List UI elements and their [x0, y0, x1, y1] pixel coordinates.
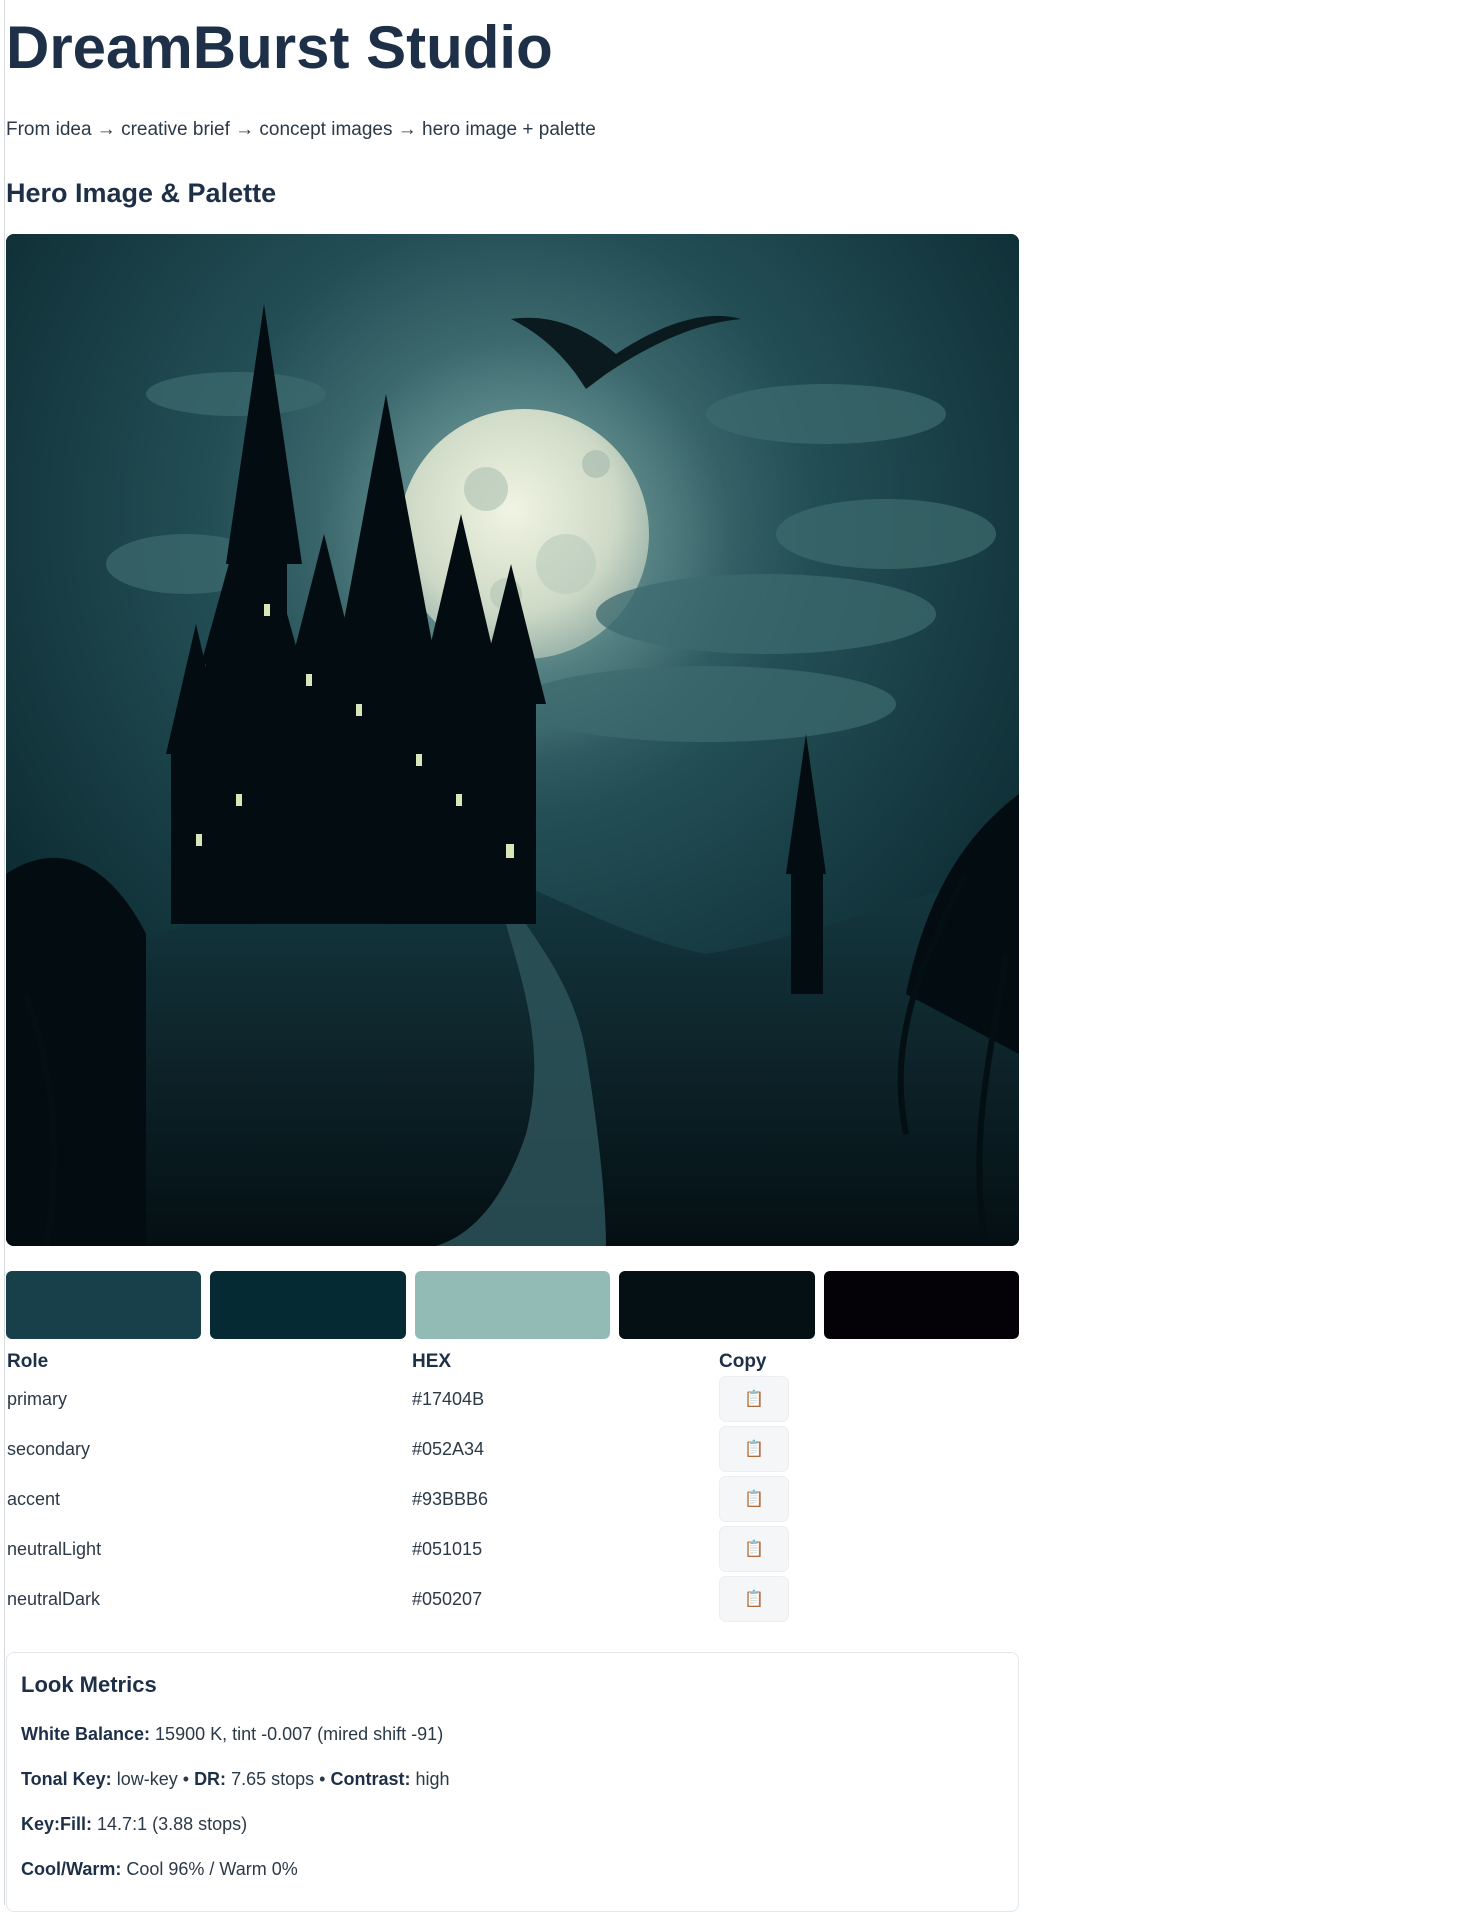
white-balance-line: White Balance: 15900 K, tint -0.007 (mir…: [21, 1722, 443, 1746]
cool-warm-value: Cool 96% / Warm 0%: [126, 1859, 298, 1879]
white-balance-label: White Balance:: [21, 1724, 151, 1744]
hex-cell: #93BBB6: [412, 1489, 489, 1509]
cool-warm-label: Cool/Warm:: [21, 1859, 122, 1879]
palette-row-accent: accent #93BBB6 📋: [6, 1476, 1019, 1522]
app-title: DreamBurst Studio: [6, 14, 553, 81]
hex-cell: #051015: [412, 1539, 483, 1559]
contrast-label: Contrast:: [330, 1769, 411, 1789]
column-header-hex: HEX: [412, 1351, 452, 1372]
metric-separator: •: [182, 1769, 190, 1789]
look-metrics-card: Look Metrics White Balance: 15900 K, tin…: [6, 1652, 1019, 1912]
clipboard-icon: 📋: [744, 1391, 764, 1408]
copy-hex-button[interactable]: 📋: [719, 1426, 789, 1472]
dynamic-range-label: DR:: [194, 1769, 227, 1789]
tonal-key-value: low-key: [116, 1769, 178, 1789]
dynamic-range-value: 7.65 stops: [231, 1769, 315, 1789]
swatch-accent: [414, 1271, 611, 1339]
copy-hex-button[interactable]: 📋: [719, 1376, 789, 1422]
role-cell: neutralDark: [7, 1589, 101, 1609]
role-cell: accent: [7, 1489, 61, 1509]
page-left-border: [4, 0, 5, 1905]
key-fill-label: Key:Fill:: [21, 1814, 93, 1834]
palette-row-primary: primary #17404B 📋: [6, 1376, 1019, 1422]
white-balance-value: 15900 K, tint -0.007 (mired shift -91): [155, 1724, 444, 1744]
hero-image-illustration: [6, 234, 1019, 1246]
palette-row-neutral-light: neutralLight #051015 📋: [6, 1526, 1019, 1572]
swatch-neutral-light: [619, 1271, 815, 1339]
copy-hex-button[interactable]: 📋: [719, 1476, 789, 1522]
tonal-key-line: Tonal Key: low-key • DR: 7.65 stops • Co…: [21, 1767, 450, 1791]
hex-cell: #052A34: [412, 1439, 485, 1459]
hero-image: [6, 234, 1019, 1246]
hex-cell: #17404B: [412, 1389, 485, 1409]
palette-swatches: [6, 1271, 1020, 1339]
swatch-neutral-dark: [823, 1271, 1020, 1339]
swatch-secondary: [210, 1271, 406, 1339]
column-header-role: Role: [7, 1351, 49, 1372]
palette-row-neutral-dark: neutralDark #050207 📋: [6, 1576, 1019, 1622]
tonal-key-label: Tonal Key:: [21, 1769, 112, 1789]
metric-separator: •: [319, 1769, 326, 1789]
role-cell: secondary: [7, 1439, 91, 1459]
key-fill-line: Key:Fill: 14.7:1 (3.88 stops): [21, 1812, 247, 1836]
cool-warm-line: Cool/Warm: Cool 96% / Warm 0%: [21, 1857, 298, 1881]
contrast-value: high: [415, 1769, 450, 1789]
swatch-primary: [6, 1271, 202, 1339]
clipboard-icon: 📋: [744, 1491, 764, 1508]
look-metrics-title: Look Metrics: [21, 1672, 157, 1697]
workflow-subtitle: From idea → creative brief → concept ima…: [6, 119, 596, 140]
clipboard-icon: 📋: [744, 1441, 764, 1458]
role-cell: primary: [7, 1389, 68, 1409]
copy-hex-button[interactable]: 📋: [719, 1576, 789, 1622]
clipboard-icon: 📋: [744, 1591, 764, 1608]
copy-hex-button[interactable]: 📋: [719, 1526, 789, 1572]
key-fill-value: 14.7:1 (3.88 stops): [97, 1814, 248, 1834]
palette-row-secondary: secondary #052A34 📋: [6, 1426, 1019, 1472]
role-cell: neutralLight: [7, 1539, 102, 1559]
section-title-hero: Hero Image & Palette: [6, 178, 277, 208]
column-header-copy: Copy: [719, 1351, 767, 1372]
hex-cell: #050207: [412, 1589, 483, 1609]
clipboard-icon: 📋: [744, 1541, 764, 1558]
